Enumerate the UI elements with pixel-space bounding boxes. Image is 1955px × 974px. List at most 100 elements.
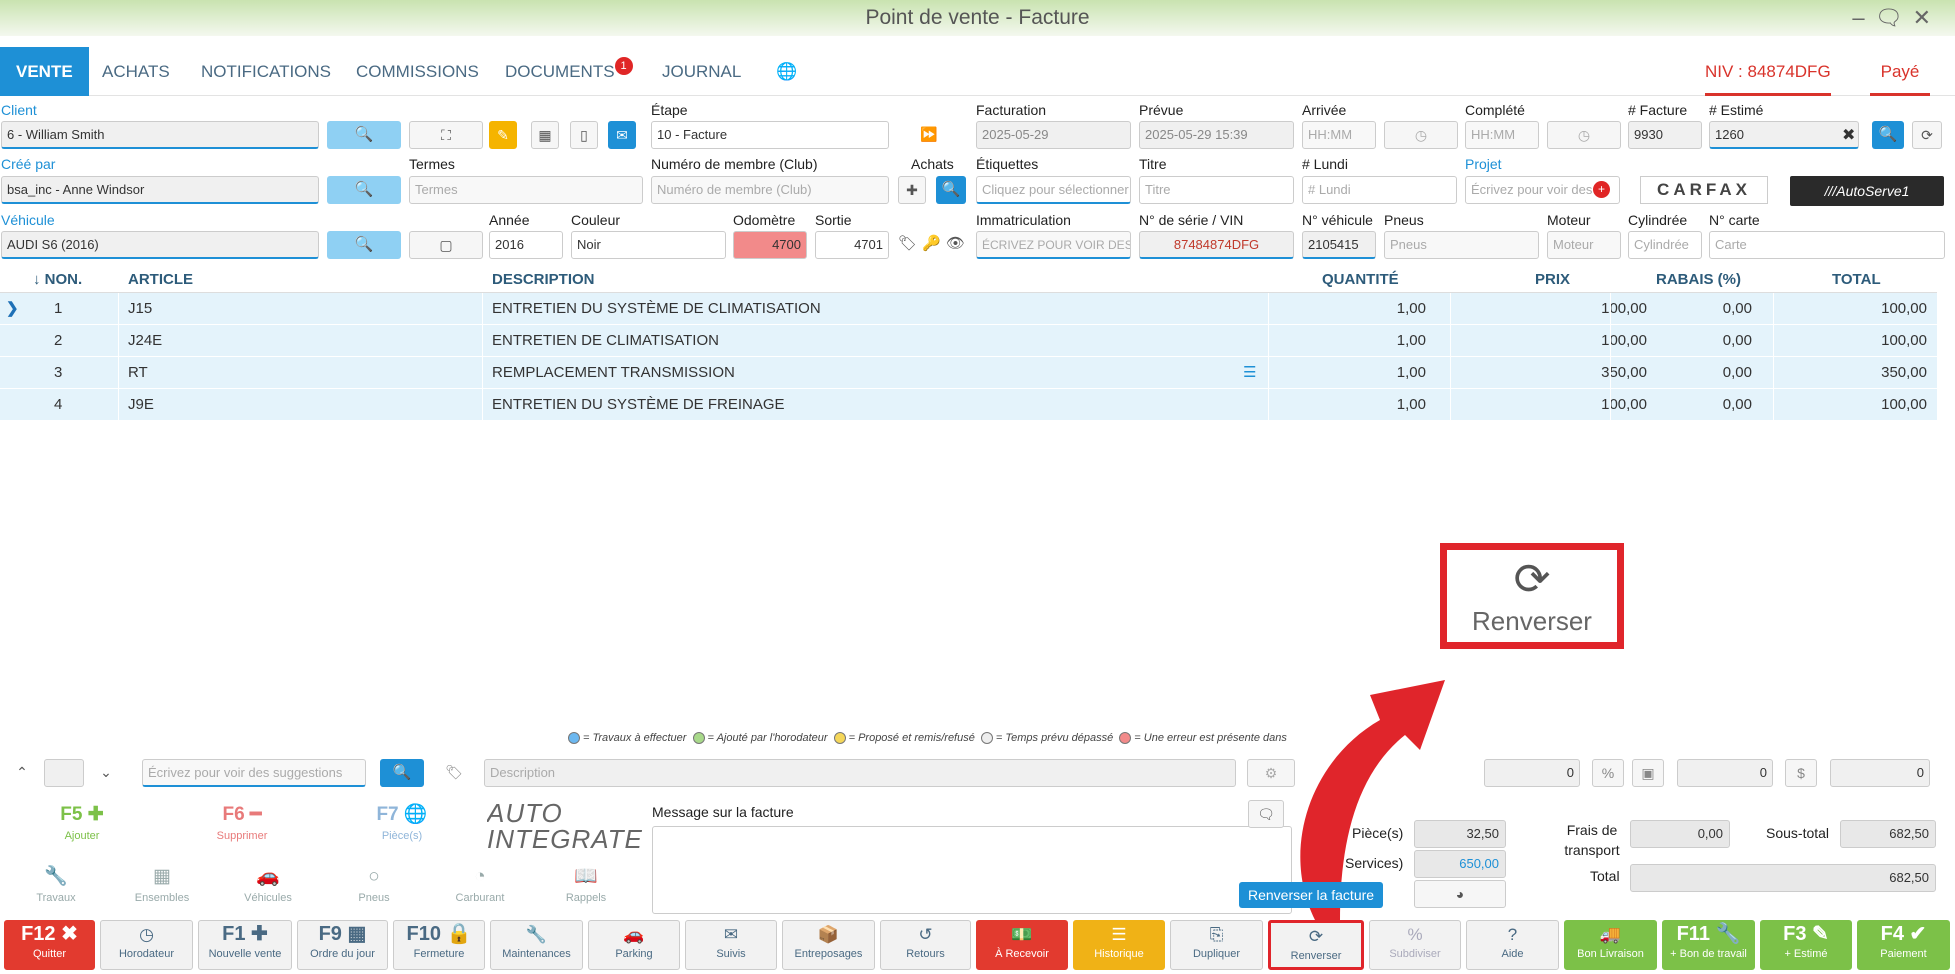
tab-notifications[interactable]: NOTIFICATIONS <box>185 47 347 96</box>
binoculars-icon[interactable]: ⛶ <box>409 121 483 149</box>
suggest-search-button[interactable]: 🔍 <box>380 759 424 787</box>
pie-chart-icon[interactable]: ◕ <box>1414 880 1506 908</box>
suggest-input[interactable]: Écrivez pour voir des suggestions <box>142 759 366 787</box>
reverse-button[interactable]: ⟳ Renverser <box>1268 920 1364 970</box>
header-description[interactable]: DESCRIPTION <box>492 266 595 293</box>
lundi-field[interactable]: # Lundi <box>1302 176 1457 204</box>
vehicule-field[interactable]: AUDI S6 (2016) <box>1 231 319 259</box>
receivable-button[interactable]: 💵 À Recevoir <box>976 920 1068 970</box>
ensembles-button[interactable]: ▦ Ensembles <box>110 862 214 918</box>
arrivee-field[interactable]: HH:MM <box>1302 121 1376 149</box>
header-quantite[interactable]: QUANTITÉ <box>1322 266 1399 293</box>
frais-total[interactable]: 0,00 <box>1630 820 1730 848</box>
rappels-button[interactable]: 📖 Rappels <box>534 862 638 918</box>
help-button[interactable]: ? Aide <box>1466 920 1559 970</box>
chevron-up-icon[interactable]: ⌃ <box>4 759 40 787</box>
pneus-button[interactable]: ○ Pneus <box>322 862 426 918</box>
tab-journal[interactable]: JOURNAL <box>646 47 757 96</box>
membre-field[interactable]: Numéro de membre (Club) <box>651 176 889 204</box>
percent-icon[interactable]: % <box>1592 759 1624 787</box>
work-order-button[interactable]: F11 🔧 + Bon de travail <box>1662 920 1755 970</box>
minimize-icon[interactable]: – <box>1852 5 1874 30</box>
dollar-icon[interactable]: $ <box>1785 759 1817 787</box>
autoserve-logo[interactable]: ///AutoServe1 <box>1790 176 1944 206</box>
money-icon[interactable]: ▣ <box>1632 759 1664 787</box>
storage-button[interactable]: 📦 Entreposages <box>782 920 875 970</box>
line-number-field[interactable] <box>44 759 84 787</box>
facture-number[interactable]: 9930 <box>1628 121 1702 149</box>
header-total[interactable]: TOTAL <box>1832 266 1881 293</box>
etape-select[interactable]: 10 - Facture <box>651 121 889 149</box>
estime-field[interactable]: 1260 <box>1709 121 1859 149</box>
table-row[interactable]: 2 J24E ENTRETIEN DE CLIMATISATION 1,00 100,0… <box>0 325 1937 357</box>
closing-button[interactable]: F10 🔒 Fermeture <box>393 920 485 970</box>
new-sale-button[interactable]: F1 ✚ Nouvelle vente <box>198 920 292 970</box>
refresh-icon[interactable]: ⟳ <box>1912 121 1942 149</box>
close-icon[interactable]: ✕ <box>1913 5 1941 30</box>
maintenance-button[interactable]: 🔧 Maintenances <box>490 920 583 970</box>
titre-field[interactable]: Titre <box>1139 176 1294 204</box>
header-article[interactable]: ARTICLE <box>128 266 193 293</box>
add-icon[interactable]: ✚ <box>898 176 926 204</box>
moteur-field[interactable]: Moteur <box>1547 231 1621 259</box>
tab-vente[interactable]: VENTE <box>0 47 89 96</box>
add-project-icon[interactable]: + <box>1593 181 1610 198</box>
history-button[interactable]: ☰ Historique <box>1073 920 1165 970</box>
vehicule-search-button[interactable]: 🔍 <box>327 231 401 259</box>
note-icon[interactable]: ✎ <box>489 121 517 149</box>
clock-icon[interactable]: ◷ <box>1384 121 1458 149</box>
suivis-button[interactable]: ✉ Suivis <box>685 920 777 970</box>
table-row[interactable]: ❯ 1 J15 ENTRETIEN DU SYSTÈME DE CLIMATISATI… <box>0 293 1937 325</box>
discount-input[interactable]: 0 <box>1677 759 1773 787</box>
key-icon[interactable]: 🔑 <box>922 234 941 252</box>
estimate-button[interactable]: F3 ✎ + Estimé <box>1760 920 1852 970</box>
vehicule-label[interactable]: Véhicule <box>1 212 55 228</box>
pneus-field[interactable]: Pneus <box>1384 231 1539 259</box>
calendar-icon[interactable]: ▦ <box>531 121 559 149</box>
header-rabais[interactable]: RABAIS (%) <box>1656 266 1741 293</box>
phone-icon[interactable]: ▯ <box>570 121 598 149</box>
prevue-field[interactable]: 2025-05-29 15:39 <box>1139 121 1294 149</box>
header-no[interactable]: ↓ NON. <box>33 266 82 293</box>
subdivide-button[interactable]: % Subdiviser <box>1369 920 1461 970</box>
chat-icon[interactable]: 🗨 <box>1875 5 1913 30</box>
achats-search-button[interactable]: 🔍 <box>936 176 966 204</box>
termes-field[interactable]: Termes <box>409 176 643 204</box>
client-search-button[interactable]: 🔍 <box>327 121 401 149</box>
clear-icon[interactable]: ✖ <box>1842 125 1855 145</box>
eye-icon[interactable]: 👁 <box>946 234 965 252</box>
comment-icon[interactable]: 🗨 <box>1248 800 1284 828</box>
annee-field[interactable]: 2016 <box>489 231 563 259</box>
tab-achats[interactable]: ACHATS <box>86 47 186 96</box>
travaux-button[interactable]: 🔧 Travaux <box>4 862 108 918</box>
cyl-field[interactable]: Cylindrée <box>1628 231 1702 259</box>
cree-field[interactable]: bsa_inc - Anne Windsor <box>1 176 319 204</box>
fast-forward-icon[interactable]: ⏩ <box>899 121 959 149</box>
note-icon[interactable]: ▢ <box>409 231 483 259</box>
cree-label[interactable]: Créé par <box>1 156 55 172</box>
message-textarea[interactable] <box>652 826 1292 914</box>
parts-button[interactable]: F7 🌐 Pièce(s) <box>324 800 480 856</box>
mail-icon[interactable]: ✉ <box>608 121 636 149</box>
list-icon[interactable]: ☰ <box>1243 357 1256 389</box>
parking-button[interactable]: 🚗 Parking <box>588 920 680 970</box>
description-input[interactable]: Description <box>484 759 1236 787</box>
carburant-button[interactable]: ◔ Carburant <box>428 862 532 918</box>
etiquettes-field[interactable]: Cliquez pour sélectionner <box>976 176 1131 204</box>
price-input[interactable]: 0 <box>1830 759 1930 787</box>
add-button[interactable]: F5 ✚ Ajouter <box>4 800 160 856</box>
client-field[interactable]: 6 - William Smith <box>1 121 319 149</box>
delete-button[interactable]: F6 ━ Supprimer <box>164 800 320 856</box>
tab-commissions[interactable]: COMMISSIONS <box>340 47 495 96</box>
table-row[interactable]: 3 RT REMPLACEMENT TRANSMISSION 1,00 350,00 0,… <box>0 357 1937 389</box>
gear-icon[interactable]: ⚙ <box>1247 759 1295 787</box>
cree-search-button[interactable]: 🔍 <box>327 176 401 204</box>
clock-icon[interactable]: ◷ <box>1547 121 1621 149</box>
odometre-field[interactable]: 4700 <box>733 231 807 259</box>
carte-field[interactable]: Carte <box>1709 231 1945 259</box>
complete-field[interactable]: HH:MM <box>1465 121 1539 149</box>
client-label[interactable]: Client <box>1 102 37 118</box>
payment-button[interactable]: F4 ✔ Paiement <box>1857 920 1950 970</box>
delivery-button[interactable]: 🚚 Bon Livraison <box>1564 920 1657 970</box>
estime-search-button[interactable]: 🔍 <box>1872 121 1904 149</box>
